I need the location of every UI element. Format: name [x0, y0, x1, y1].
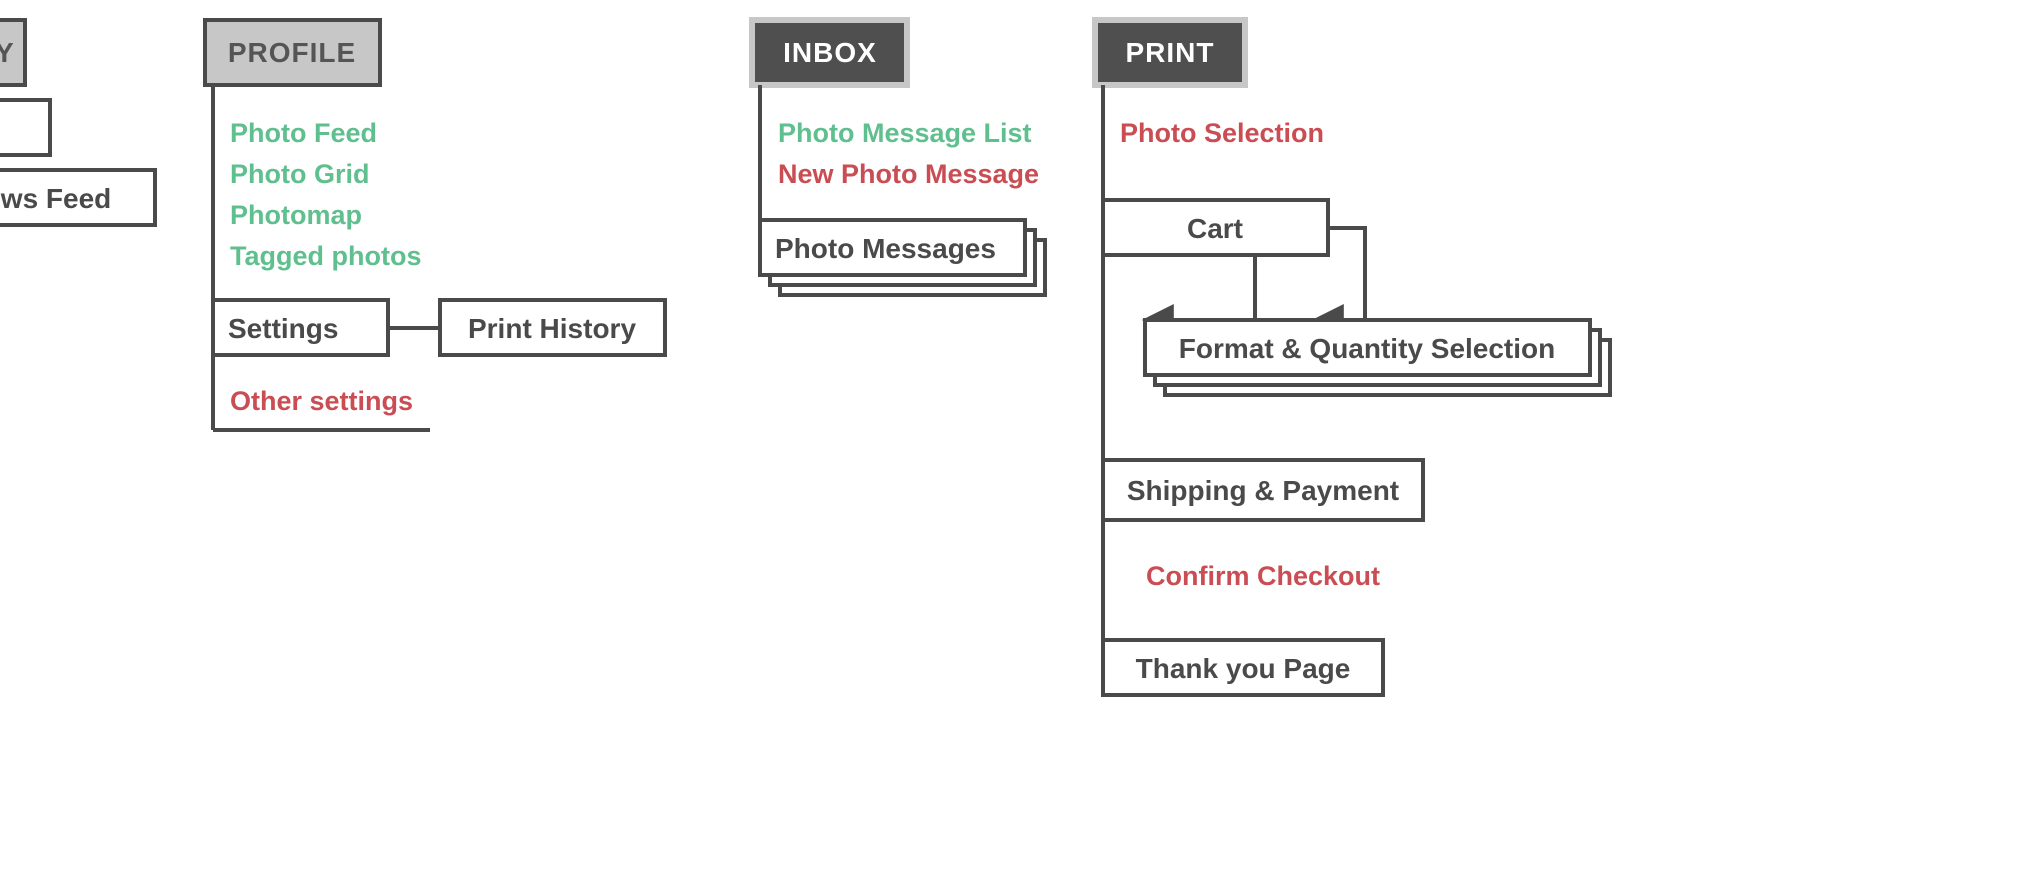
profile-item-3: Tagged photos	[230, 241, 421, 271]
inbox-header-label: INBOX	[783, 37, 877, 68]
print-header-label: PRINT	[1126, 37, 1215, 68]
cart-label: Cart	[1187, 213, 1243, 244]
profile-item-2: Photomap	[230, 200, 362, 230]
print-history-label: Print History	[468, 313, 636, 344]
news-feed-label: News Feed	[0, 183, 111, 214]
photo-message-list: Photo Message List	[778, 118, 1032, 148]
inbox-column: INBOX Photo Message List New Photo Messa…	[752, 20, 1045, 295]
other-settings-label: Other settings	[230, 386, 413, 416]
sitemap-diagram: Y News Feed PROFILE Photo Feed Photo Gri…	[0, 0, 2032, 895]
profile-item-0: Photo Feed	[230, 118, 377, 148]
activity-column: Y News Feed	[0, 20, 155, 225]
profile-item-1: Photo Grid	[230, 159, 369, 189]
photo-messages-label: Photo Messages	[775, 233, 996, 264]
format-quantity-label: Format & Quantity Selection	[1179, 333, 1556, 364]
shipping-payment-label: Shipping & Payment	[1127, 475, 1399, 506]
activity-header-label: Y	[0, 37, 15, 68]
confirm-checkout: Confirm Checkout	[1146, 561, 1380, 591]
new-photo-message: New Photo Message	[778, 159, 1039, 189]
profile-column: PROFILE Photo Feed Photo Grid Photomap T…	[205, 20, 665, 430]
profile-header-label: PROFILE	[228, 37, 356, 68]
settings-label: Settings	[228, 313, 338, 344]
print-column: PRINT Photo Selection Cart Format & Quan…	[1095, 20, 1610, 695]
photo-selection: Photo Selection	[1120, 118, 1324, 148]
thank-you-label: Thank you Page	[1136, 653, 1351, 684]
